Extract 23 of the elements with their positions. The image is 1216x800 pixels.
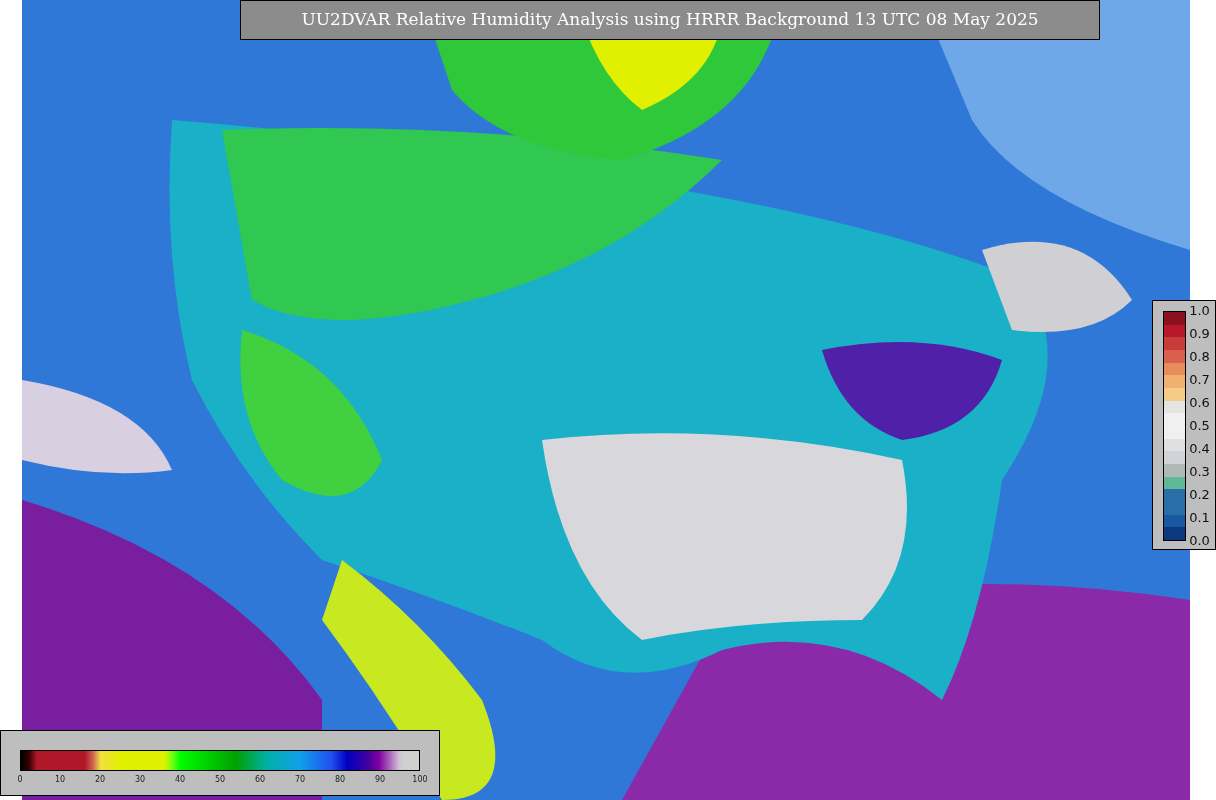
tick-label: 0.8 [1189,350,1210,364]
tick-label: 0.7 [1189,373,1210,387]
tick-label: 0.9 [1189,327,1210,341]
tick-label: 0.2 [1189,488,1210,502]
tick-label: 100 [412,775,428,785]
tick-label: 30 [134,775,146,785]
tick-label: 50 [214,775,226,785]
tick-label: 0.4 [1189,442,1210,456]
tick-label: 70 [294,775,306,785]
tick-label: 20 [94,775,106,785]
tick-label: 90 [374,775,386,785]
map-title: UU2DVAR Relative Humidity Analysis using HRRR Background 13 UTC 08 May 2025 [301,8,1039,32]
tick-label: 40 [174,775,186,785]
tick-label: 1.0 [1189,304,1210,318]
tick-label: 0.1 [1189,511,1210,525]
tick-label: 0 [17,775,23,785]
tick-label: 0.5 [1189,419,1210,433]
tick-label: 0.6 [1189,396,1210,410]
tick-label: 0.3 [1189,465,1210,479]
tick-label: 0.0 [1189,534,1210,548]
tick-label: 80 [334,775,346,785]
tick-label: 60 [254,775,266,785]
tick-label: 10 [54,775,66,785]
